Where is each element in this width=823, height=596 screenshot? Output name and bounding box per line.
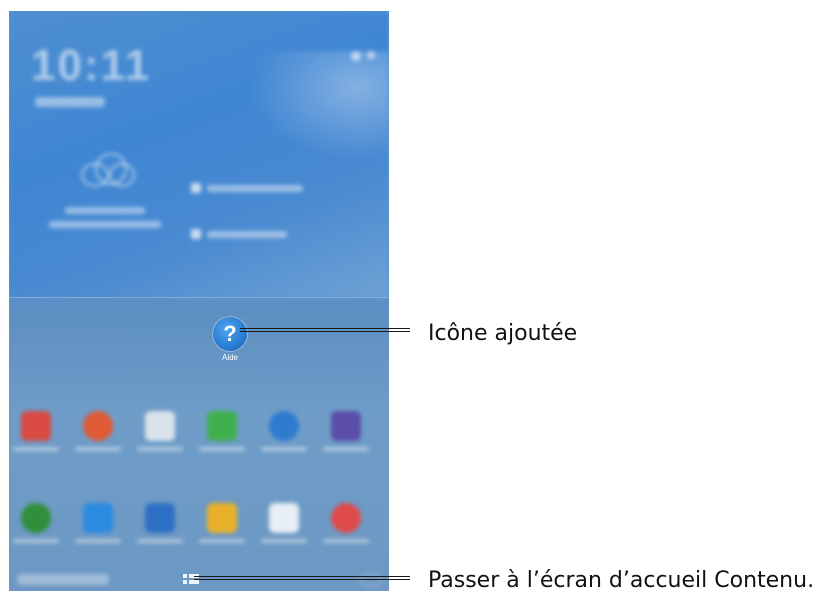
- cloud-icon: [79, 151, 135, 187]
- photo-icon[interactable]: [83, 503, 113, 533]
- my-files-icon[interactable]: [207, 503, 237, 533]
- callout-added-icon: Icône ajoutée: [428, 321, 578, 346]
- app-label: [137, 539, 183, 543]
- earth-icon[interactable]: [21, 503, 51, 533]
- widget-item-icon: [191, 183, 201, 193]
- callout-line-added-icon: [240, 328, 410, 332]
- tablet-screen: 10:11 ? Aide: [9, 11, 389, 591]
- app-label: [261, 447, 307, 451]
- weather-subtext: [49, 221, 161, 228]
- date-text: [35, 97, 105, 107]
- widget-item-text: [207, 185, 303, 192]
- heart-app-icon[interactable]: [269, 503, 299, 533]
- contacts-icon[interactable]: [145, 503, 175, 533]
- callout-line-switch-home: [194, 576, 410, 580]
- widget-item-icon: [191, 229, 201, 239]
- internet-globe-icon[interactable]: [269, 411, 299, 441]
- signal-icon: [351, 51, 361, 61]
- calendar-icon[interactable]: [21, 411, 51, 441]
- app-label: [137, 447, 183, 451]
- clock-weather-widget[interactable]: 10:11: [9, 11, 389, 297]
- weather-text: [65, 207, 145, 214]
- widget-item-text: [207, 231, 287, 238]
- clock-time: 10:11: [31, 41, 152, 90]
- app-label-aide: Aide: [221, 353, 238, 362]
- app-label: [199, 539, 245, 543]
- app-label: [75, 539, 121, 543]
- game-icon[interactable]: [331, 503, 361, 533]
- phone-icon[interactable]: [207, 411, 237, 441]
- help-question-icon[interactable]: ?: [213, 317, 247, 351]
- play-store-icon[interactable]: [145, 411, 175, 441]
- app-label: [13, 539, 59, 543]
- app-label: [323, 447, 369, 451]
- app-label: [13, 447, 59, 451]
- settings-icon: [367, 51, 375, 59]
- app-label: [75, 447, 121, 451]
- divider: [9, 297, 389, 298]
- app-label: [199, 447, 245, 451]
- app-label: [323, 539, 369, 543]
- app-label: [261, 539, 307, 543]
- callout-switch-home: Passer à l’écran d’accueil Contenu.: [428, 568, 815, 593]
- gallery-icon[interactable]: [331, 411, 361, 441]
- search-bar[interactable]: [17, 574, 109, 585]
- chrome-icon[interactable]: [83, 411, 113, 441]
